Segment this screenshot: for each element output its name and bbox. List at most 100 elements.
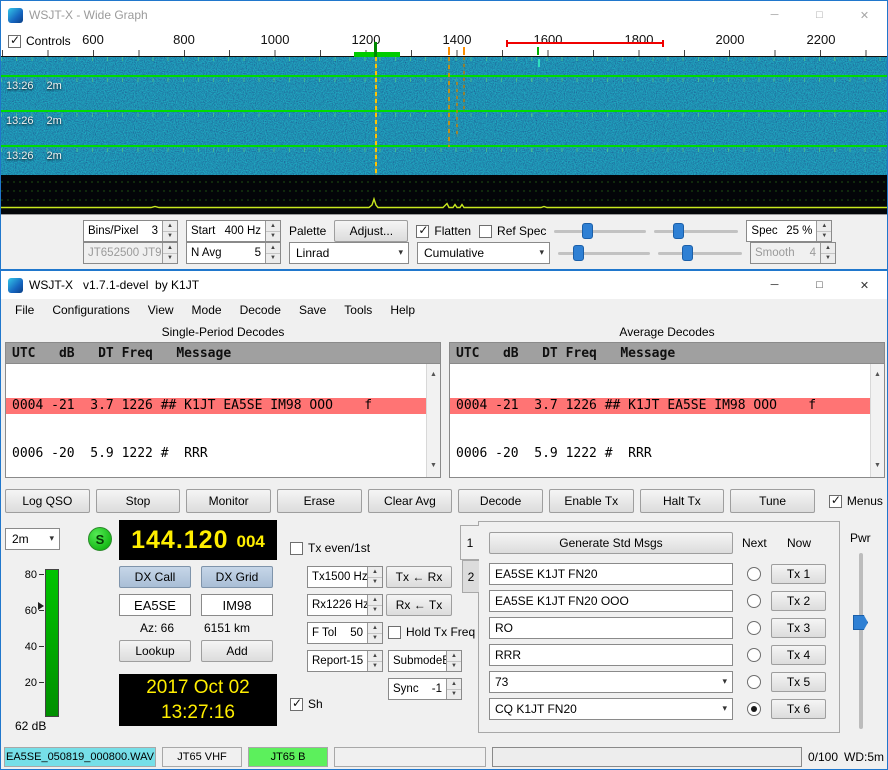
spinner-arrows-icon[interactable]: ▲▼ <box>162 243 177 263</box>
tab-1[interactable]: 1 <box>460 525 479 560</box>
spinner-arrows-icon[interactable]: ▲▼ <box>367 651 382 671</box>
smooth-spinner[interactable]: Smooth 4 ▲▼ <box>750 242 836 264</box>
bins-pixel-spinner[interactable]: Bins/Pixel 3 ▲▼ <box>83 220 178 242</box>
ref-spec-checkbox[interactable]: Ref Spec <box>479 224 546 238</box>
spinner-arrows-icon[interactable]: ▲▼ <box>265 221 280 241</box>
tx1-now-button[interactable]: Tx 1 <box>771 564 826 584</box>
band-select-combo[interactable]: 2m <box>5 528 60 550</box>
rx-from-tx-button[interactable]: Rx ← Tx <box>386 594 452 616</box>
tx-freq-spinner[interactable]: Tx 1500 Hz ▲▼ <box>307 566 383 588</box>
tx5-next-radio[interactable] <box>747 675 761 689</box>
spinner-arrows-icon[interactable]: ▲▼ <box>367 623 382 643</box>
spectrum-mode-combo[interactable]: Cumulative <box>417 242 550 264</box>
tx4-now-button[interactable]: Tx 4 <box>771 645 826 665</box>
menu-configurations[interactable]: Configurations <box>43 300 138 321</box>
scroll-up-icon[interactable]: ▲ <box>874 367 881 383</box>
decode-text-area[interactable]: 0004 -21 3.7 1226 ## K1JT EA5SE IM98 OOO… <box>5 363 441 478</box>
frequency-display[interactable]: 144.120 004 <box>119 520 277 560</box>
tx5-message-combo[interactable]: 73 <box>489 671 733 693</box>
sh-checkbox[interactable]: Sh <box>290 697 323 711</box>
rx-freq-spinner[interactable]: Rx 1226 Hz ▲▼ <box>307 594 383 616</box>
maximize-button[interactable]: □ <box>797 271 842 299</box>
tab-2[interactable]: 2 <box>462 560 479 593</box>
adjust-palette-button[interactable]: Adjust... <box>334 220 408 242</box>
n-avg-spinner[interactable]: N Avg 5 ▲▼ <box>186 242 281 264</box>
erase-button[interactable]: Erase <box>277 489 362 513</box>
dx-grid-button[interactable]: DX Grid <box>201 566 273 588</box>
submode-spinner[interactable]: Submode B ▲▼ <box>388 650 462 672</box>
tx3-message-field[interactable]: RO <box>489 617 733 639</box>
spinner-arrows-icon[interactable]: ▲▼ <box>816 221 831 241</box>
enable-tx-button[interactable]: Enable Tx <box>549 489 634 513</box>
tune-button[interactable]: Tune <box>730 489 815 513</box>
generate-std-msgs-button[interactable]: Generate Std Msgs <box>489 532 733 554</box>
scroll-down-icon[interactable]: ▼ <box>874 458 881 474</box>
main-titlebar[interactable]: WSJT-X v1.7.1-devel by K1JT ─ □ ✕ <box>1 271 887 299</box>
f-tol-spinner[interactable]: F Tol 50 ▲▼ <box>307 622 383 644</box>
tx6-message-combo[interactable]: CQ K1JT FN20 <box>489 698 733 720</box>
start-freq-spinner[interactable]: Start 400 Hz ▲▼ <box>186 220 281 242</box>
sync-spinner[interactable]: Sync -1 ▲▼ <box>388 678 462 700</box>
spinner-arrows-icon[interactable]: ▲▼ <box>446 679 461 699</box>
spinner-arrows-icon[interactable]: ▲▼ <box>162 221 177 241</box>
scrollbar[interactable]: ▲ ▼ <box>870 364 884 477</box>
tx-even-checkbox[interactable]: Tx even/1st <box>290 541 370 555</box>
slider-handle[interactable] <box>573 245 584 261</box>
clear-avg-button[interactable]: Clear Avg <box>368 489 453 513</box>
add-button[interactable]: Add <box>201 640 273 662</box>
slider-handle[interactable] <box>673 223 684 239</box>
spinner-arrows-icon[interactable]: ▲▼ <box>367 595 382 615</box>
pwr-slider[interactable] <box>859 553 863 729</box>
stop-button[interactable]: Stop <box>96 489 181 513</box>
tx-from-rx-button[interactable]: Tx ← Rx <box>386 566 452 588</box>
slider-handle[interactable] <box>682 245 693 261</box>
dx-grid-field[interactable]: IM98 <box>201 594 273 616</box>
tx2-message-field[interactable]: EA5SE K1JT FN20 OOO <box>489 590 733 612</box>
close-button[interactable]: ✕ <box>842 1 887 29</box>
flatten-checkbox[interactable]: Flatten <box>416 224 471 238</box>
log-qso-button[interactable]: Log QSO <box>5 489 90 513</box>
frequency-scale[interactable]: Controls 600 800 1000 1200 1400 1600 180… <box>1 29 887 57</box>
dx-call-field[interactable]: EA5SE <box>119 594 191 616</box>
tx1-next-radio[interactable] <box>747 567 761 581</box>
waterfall-display[interactable]: 13:26 2m 13:26 2m 13:26 2m <box>1 57 887 175</box>
minimize-button[interactable]: ─ <box>752 1 797 29</box>
hold-tx-freq-checkbox[interactable]: Hold Tx Freq <box>388 625 475 639</box>
decode-line[interactable]: 0006 -20 5.9 1222 # RRR <box>6 446 440 462</box>
tx5-now-button[interactable]: Tx 5 <box>771 672 826 692</box>
waterfall-zero-slider[interactable] <box>654 221 738 241</box>
tx6-next-radio[interactable] <box>747 702 761 716</box>
spectrum-gain-slider[interactable] <box>558 243 650 263</box>
scroll-up-icon[interactable]: ▲ <box>430 367 437 383</box>
scrollbar[interactable]: ▲ ▼ <box>426 364 440 477</box>
decode-button[interactable]: Decode <box>458 489 543 513</box>
monitor-button[interactable]: Monitor <box>186 489 271 513</box>
spinner-arrows-icon[interactable]: ▲▼ <box>446 651 461 671</box>
decode-line[interactable]: 0004 -21 3.7 1226 ## K1JT EA5SE IM98 OOO… <box>450 398 884 414</box>
palette-combo[interactable]: Linrad <box>289 242 409 264</box>
tx4-next-radio[interactable] <box>747 648 761 662</box>
jt65-jt9-split-spinner[interactable]: JT65 2500 JT9 ▲▼ <box>83 242 178 264</box>
tx2-next-radio[interactable] <box>747 594 761 608</box>
decode-line[interactable]: 0004 -21 3.7 1226 ## K1JT EA5SE IM98 OOO… <box>6 398 440 414</box>
menu-tools[interactable]: Tools <box>335 300 381 321</box>
spinner-arrows-icon[interactable]: ▲▼ <box>820 243 835 263</box>
tx2-now-button[interactable]: Tx 2 <box>771 591 826 611</box>
report-spinner[interactable]: Report -15 ▲▼ <box>307 650 383 672</box>
menu-help[interactable]: Help <box>381 300 424 321</box>
spinner-arrows-icon[interactable]: ▲▼ <box>265 243 280 263</box>
spinner-arrows-icon[interactable]: ▲▼ <box>367 567 382 587</box>
spectrum-zero-slider[interactable] <box>658 243 742 263</box>
menu-file[interactable]: File <box>6 300 43 321</box>
lookup-button[interactable]: Lookup <box>119 640 191 662</box>
tx4-message-field[interactable]: RRR <box>489 644 733 666</box>
scroll-down-icon[interactable]: ▼ <box>430 458 437 474</box>
halt-tx-button[interactable]: Halt Tx <box>640 489 725 513</box>
tx3-next-radio[interactable] <box>747 621 761 635</box>
maximize-button[interactable]: □ <box>797 1 842 29</box>
decode-line[interactable]: 0006 -20 5.9 1222 # RRR <box>450 446 884 462</box>
tx3-now-button[interactable]: Tx 3 <box>771 618 826 638</box>
menu-mode[interactable]: Mode <box>183 300 231 321</box>
pwr-slider-handle[interactable] <box>853 615 868 630</box>
menu-save[interactable]: Save <box>290 300 335 321</box>
